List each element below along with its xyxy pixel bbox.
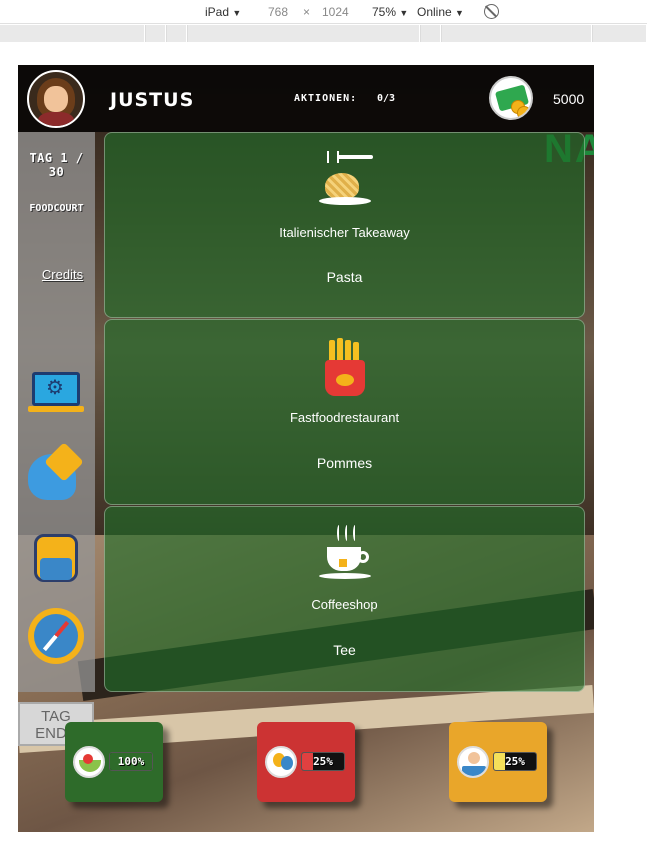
top-bar: JUSTUS AKTIONEN: 0/3 5000 <box>18 65 594 132</box>
rotate-icon[interactable] <box>484 4 499 19</box>
dimension-times: × <box>303 5 311 19</box>
shop-product: Tee <box>333 642 356 658</box>
shop-name: Coffeeshop <box>311 597 378 612</box>
game-screen: NA JUSTUS AKTIONEN: 0/3 5000 TAG 1 / 30 … <box>18 65 594 832</box>
work-icon <box>457 746 489 778</box>
food-icon <box>73 746 105 778</box>
actions-label: AKTIONEN: <box>294 93 358 104</box>
fun-bar: 25% <box>301 752 345 771</box>
backpack-icon[interactable] <box>28 526 84 582</box>
stat-hunger[interactable]: 100% <box>65 722 163 802</box>
work-percent: 25% <box>505 755 525 768</box>
credits-link[interactable]: Credits <box>18 267 107 282</box>
media-query-ruler <box>0 25 647 42</box>
money-icon <box>489 76 533 120</box>
shop-card-coffee[interactable]: Coffeeshop Tee <box>104 506 585 692</box>
player-avatar[interactable] <box>27 70 85 128</box>
height-field[interactable]: 1024 <box>322 5 349 19</box>
shop-name: Fastfoodrestaurant <box>289 410 400 425</box>
width-field[interactable]: 768 <box>268 5 288 19</box>
location-label: FOODCOURT <box>29 203 84 214</box>
work-bar: 25% <box>493 752 537 771</box>
settings-laptop-icon[interactable]: ⚙ <box>28 368 84 424</box>
coffee-icon <box>315 525 375 585</box>
stat-fun[interactable]: 25% <box>257 722 355 802</box>
network-select[interactable]: Online ▼ <box>417 5 464 19</box>
hunger-percent: 100% <box>117 755 145 768</box>
hunger-bar: 100% <box>109 752 153 771</box>
money-balance: 5000 <box>553 91 585 107</box>
sidebar: TAG 1 / 30 FOODCOURT Credits ⚙ TAG ENDE <box>18 132 95 746</box>
stat-work[interactable]: 25% <box>449 722 547 802</box>
balloons-icon <box>265 746 297 778</box>
shop-card-fastfood[interactable]: Fastfoodrestaurant Pommes <box>104 319 585 505</box>
pasta-icon <box>315 151 375 211</box>
player-name: JUSTUS <box>110 89 195 111</box>
day-counter: TAG 1 / 30 <box>29 151 84 179</box>
zoom-select[interactable]: 75% ▼ <box>372 5 408 19</box>
device-select[interactable]: iPad ▼ <box>205 5 241 19</box>
compass-icon[interactable] <box>28 608 84 664</box>
brain-icon[interactable] <box>28 442 84 500</box>
shop-product: Pommes <box>316 455 373 471</box>
shop-name: Italienischer Takeaway <box>279 225 410 240</box>
fries-icon <box>315 338 375 398</box>
shop-card-italian[interactable]: Italienischer Takeaway Pasta <box>104 132 585 318</box>
shop-product: Pasta <box>326 269 363 285</box>
actions-counter: 0/3 <box>377 93 396 104</box>
devtools-toolbar: iPad ▼ 768 × 1024 75% ▼ Online ▼ <box>0 0 647 24</box>
fun-percent: 25% <box>313 755 333 768</box>
